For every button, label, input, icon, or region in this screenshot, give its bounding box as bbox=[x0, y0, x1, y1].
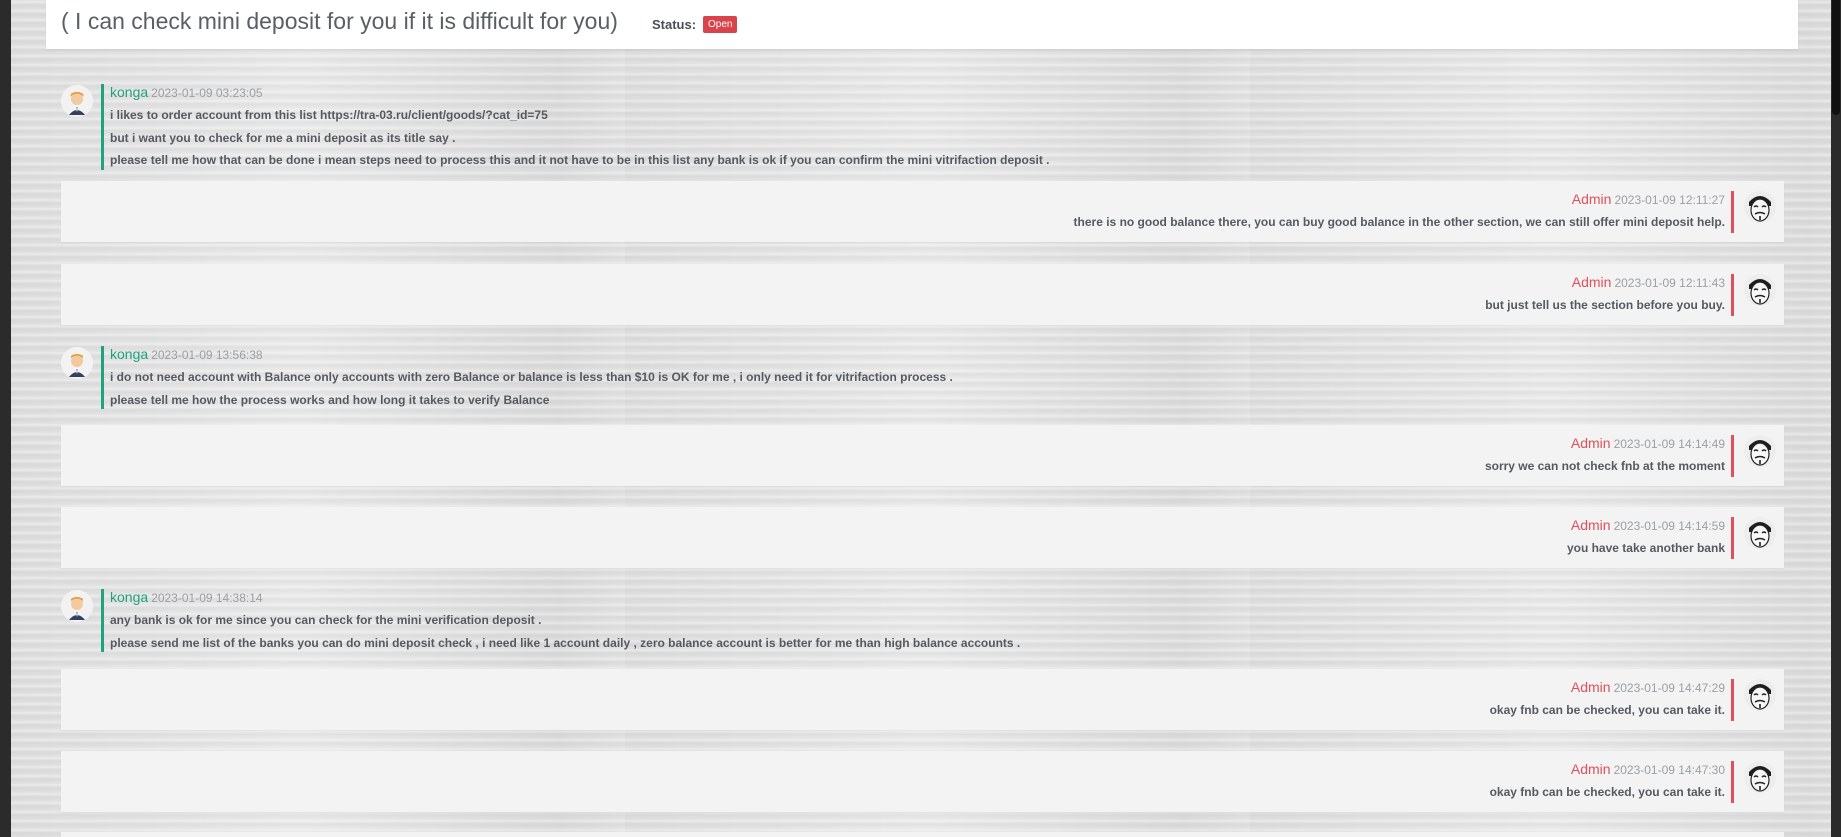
author-name: Admin bbox=[1571, 274, 1612, 290]
admin-avatar-icon bbox=[1744, 517, 1776, 549]
message-admin: Admin 2023-01-09 14:14:49 sorry we can no… bbox=[61, 425, 1784, 486]
author-name: Admin bbox=[1570, 679, 1611, 695]
user-avatar-icon bbox=[61, 85, 93, 117]
message-admin: Admin 2023-01-09 14:47:30 okay fnb can be… bbox=[61, 751, 1784, 812]
author-name: Admin bbox=[1570, 435, 1611, 451]
timestamp: 2023-01-09 12:11:43 bbox=[1614, 276, 1725, 290]
message-body: konga 2023-01-09 13:56:38 i do not need a… bbox=[101, 346, 953, 409]
message-line: any bank is ok for me since you can chec… bbox=[110, 613, 542, 627]
scrollbar-track[interactable] bbox=[1831, 0, 1841, 837]
author-name: Admin bbox=[1571, 191, 1612, 207]
user-avatar-icon bbox=[61, 590, 93, 622]
author-name: konga bbox=[110, 84, 149, 100]
admin-avatar-icon bbox=[1744, 274, 1776, 306]
message-line: please tell me how that can be done i me… bbox=[110, 153, 1050, 167]
message-admin: Admin 2023-01-09 14:14:59 you have take a… bbox=[61, 507, 1784, 568]
timestamp: 2023-01-09 14:38:14 bbox=[151, 591, 263, 605]
message-line: okay fnb can be checked, you can take it… bbox=[1489, 785, 1725, 799]
message-line: i likes to order account from this list … bbox=[110, 108, 548, 122]
message-body: konga 2023-01-09 14:38:14 any bank is ok … bbox=[101, 589, 1020, 652]
message-body: Admin 2023-01-09 12:11:27 there is no goo… bbox=[1074, 191, 1734, 233]
timestamp: 2023-01-09 12:11:27 bbox=[1614, 193, 1725, 207]
author-name: Admin bbox=[1570, 761, 1611, 777]
author-name: konga bbox=[110, 346, 149, 362]
admin-avatar-icon bbox=[1744, 191, 1776, 223]
timestamp: 2023-01-09 14:14:49 bbox=[1613, 437, 1725, 451]
timestamp: 2023-01-09 14:47:29 bbox=[1613, 681, 1725, 695]
timestamp: 2023-01-09 14:14:59 bbox=[1613, 519, 1725, 533]
message-line: there is no good balance there, you can … bbox=[1073, 215, 1725, 229]
timestamp: 2023-01-09 14:47:30 bbox=[1613, 763, 1725, 777]
scrollbar-thumb[interactable] bbox=[1832, 0, 1840, 115]
next-message-edge bbox=[61, 832, 1784, 837]
message-line: please tell me how the process works and… bbox=[110, 392, 550, 407]
user-avatar-icon bbox=[61, 347, 93, 379]
ticket-title: ( I can check mini deposit for you if it… bbox=[61, 8, 618, 34]
message-admin: Admin 2023-01-09 12:11:27 there is no goo… bbox=[61, 181, 1784, 242]
author-name: konga bbox=[110, 589, 149, 605]
status-badge: Open bbox=[703, 16, 738, 33]
window-left-edge bbox=[0, 0, 11, 837]
message-line: you have take another bank bbox=[1566, 541, 1725, 555]
timestamp: 2023-01-09 03:23:05 bbox=[151, 86, 263, 100]
message-line: please send me list of the banks you can… bbox=[110, 635, 1021, 650]
timestamp: 2023-01-09 13:56:38 bbox=[151, 348, 263, 362]
status-label: Status: bbox=[652, 17, 697, 32]
message-admin: Admin 2023-01-09 12:11:43 but just tell u… bbox=[61, 264, 1784, 325]
admin-avatar-icon bbox=[1744, 761, 1776, 793]
message-body: Admin 2023-01-09 14:47:29 okay fnb can be… bbox=[1490, 679, 1734, 721]
message-line: but just tell us the section before you … bbox=[1485, 298, 1725, 312]
message-line: okay fnb can be checked, you can take it… bbox=[1489, 703, 1725, 717]
ticket-header: ( I can check mini deposit for you if it… bbox=[46, 0, 1798, 49]
message-body: Admin 2023-01-09 14:14:49 sorry we can no… bbox=[1485, 435, 1734, 477]
admin-avatar-icon bbox=[1744, 679, 1776, 711]
message-line: i do not need account with Balance only … bbox=[110, 370, 953, 384]
message-admin: Admin 2023-01-09 14:47:29 okay fnb can be… bbox=[61, 669, 1784, 730]
message-body: Admin 2023-01-09 14:14:59 you have take a… bbox=[1567, 517, 1734, 559]
message-line: sorry we can not check fnb at the moment bbox=[1484, 459, 1725, 473]
admin-avatar-icon bbox=[1744, 435, 1776, 467]
message-body: Admin 2023-01-09 12:11:43 but just tell u… bbox=[1485, 274, 1734, 316]
author-name: Admin bbox=[1570, 517, 1611, 533]
message-body: Admin 2023-01-09 14:47:30 okay fnb can be… bbox=[1490, 761, 1734, 803]
message-line: but i want you to check for me a mini de… bbox=[110, 130, 456, 145]
message-body: konga 2023-01-09 03:23:05 i likes to orde… bbox=[101, 84, 1050, 170]
